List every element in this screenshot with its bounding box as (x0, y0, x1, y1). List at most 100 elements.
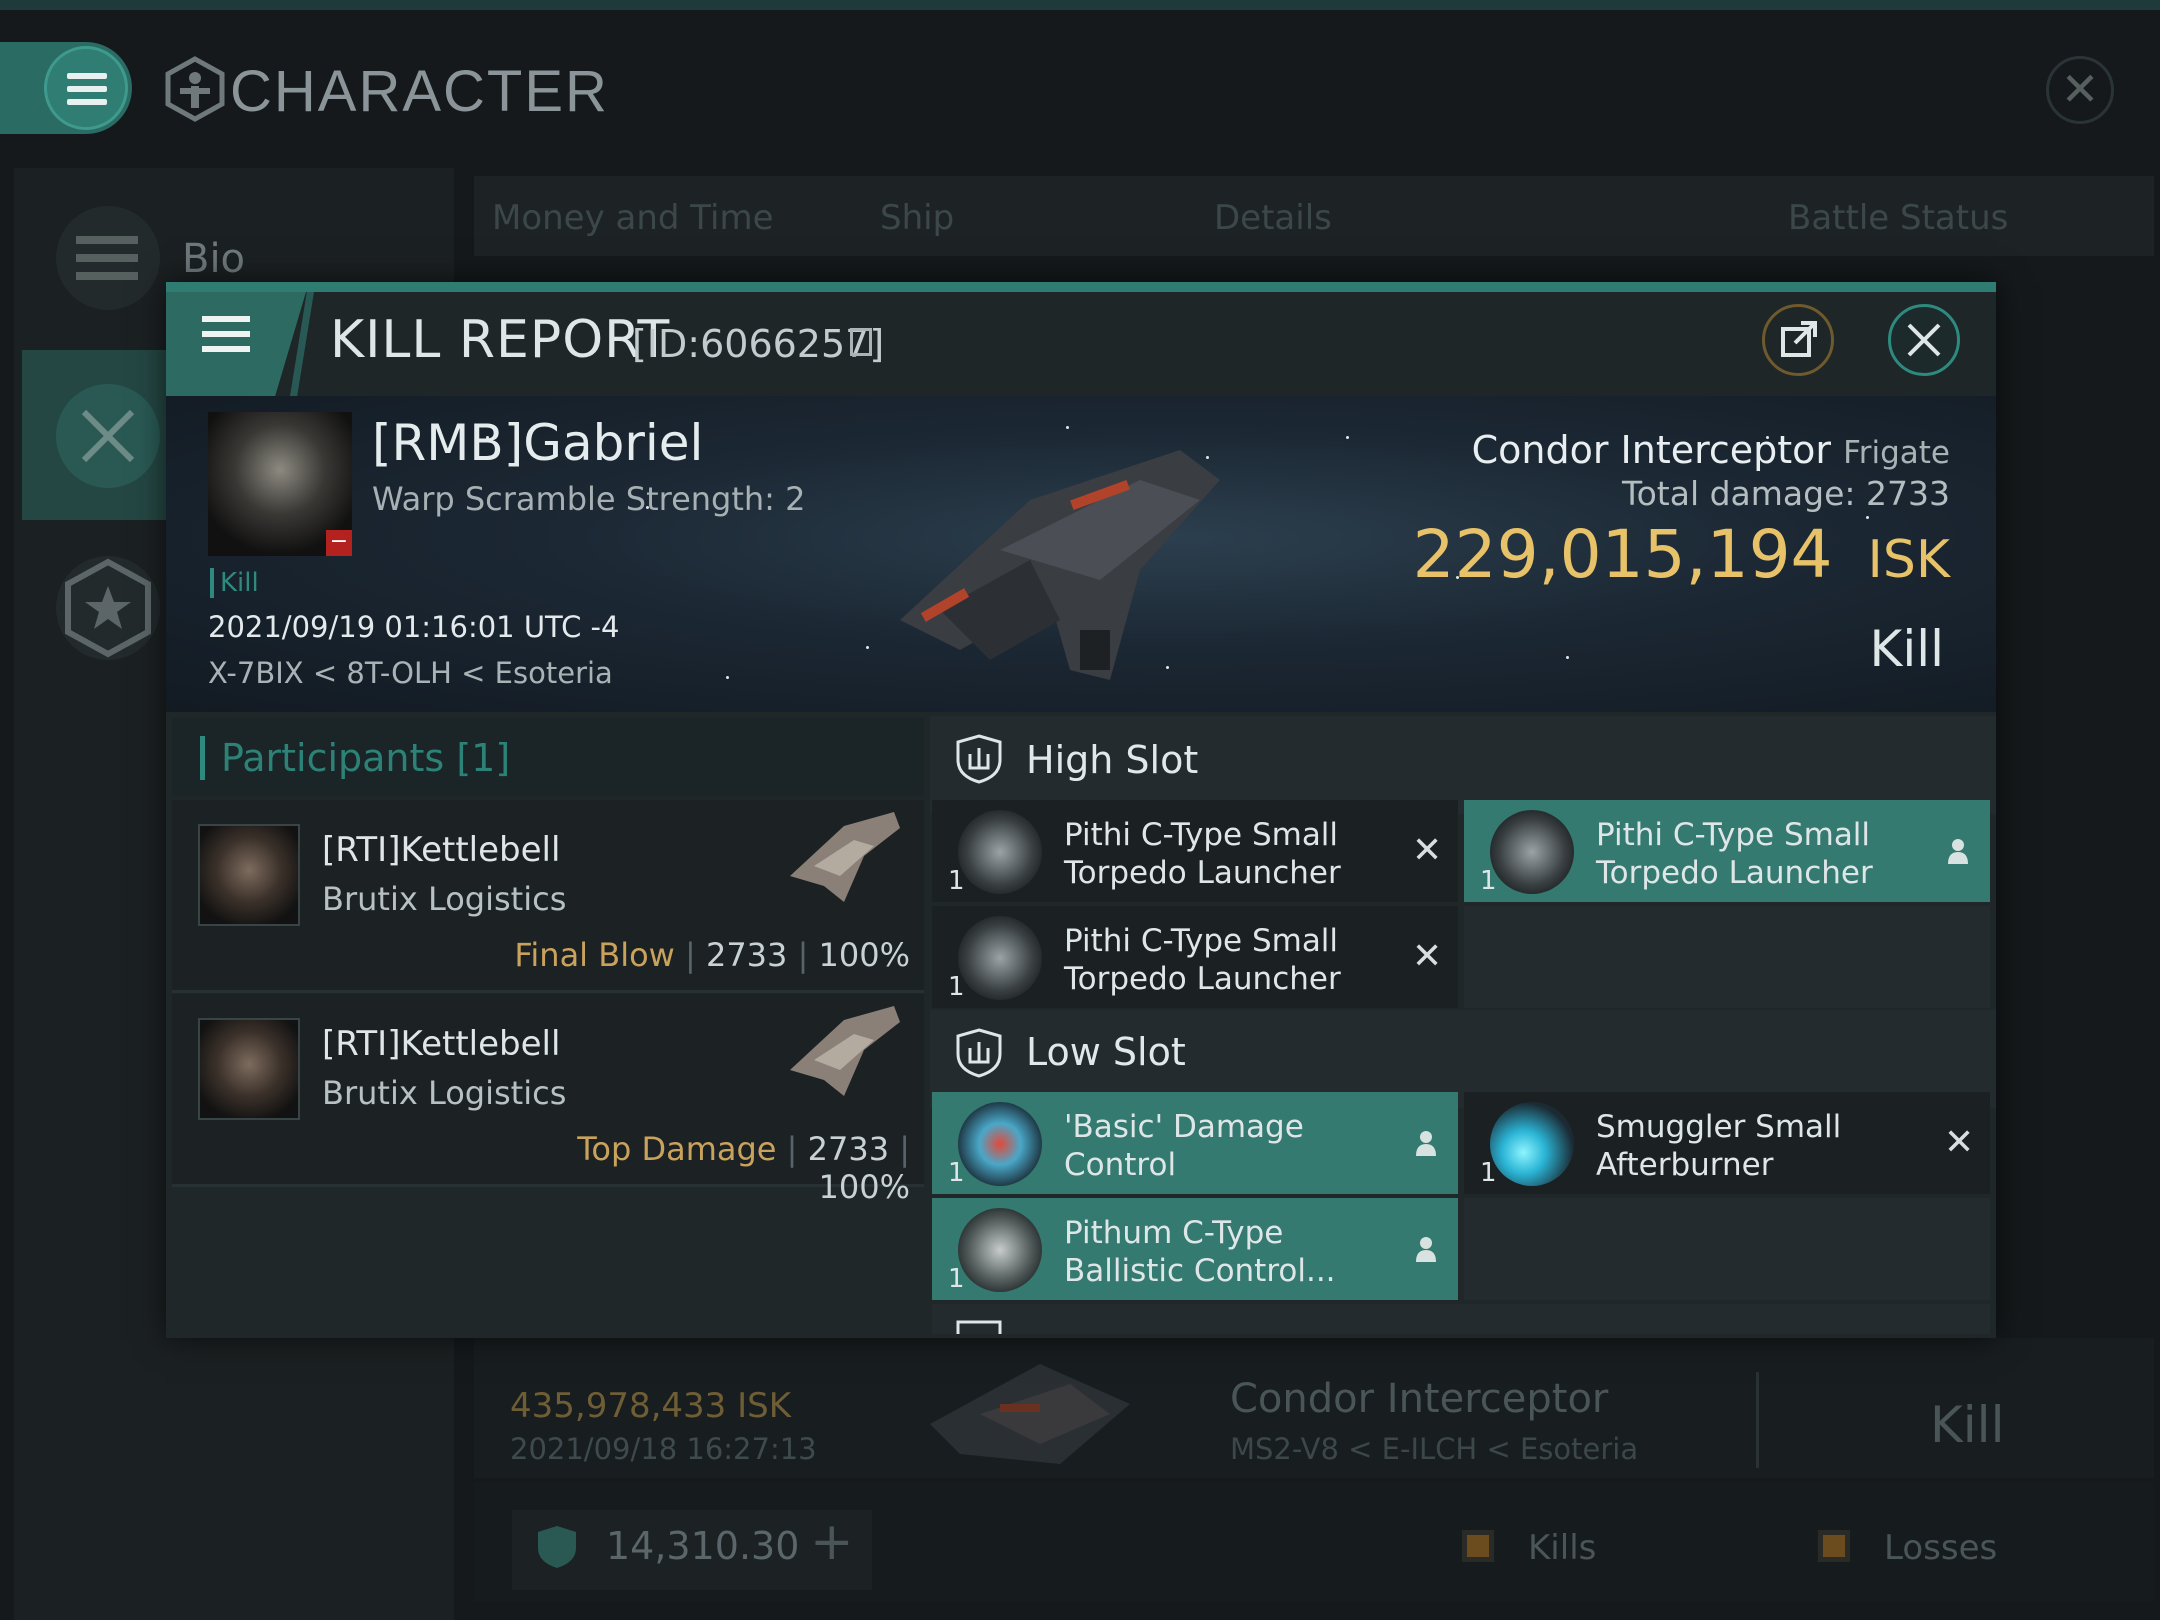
background-isk-value: 435,978,433 ISK (510, 1386, 792, 1426)
main-menu-button[interactable] (44, 46, 128, 130)
participant-corp: Brutix Logistics (322, 880, 567, 918)
victim-name[interactable]: [RMB]Gabriel (372, 414, 703, 472)
module-name-line-1: Pithi C-Type Small (1064, 817, 1339, 853)
module-name-line-1: Pithum C-Type (1064, 1215, 1284, 1251)
kill-result: Kill (1869, 620, 1944, 678)
module-name: Pithum C-Type Ballistic Control... (1064, 1214, 1336, 1290)
total-damage-value: 2733 (1866, 474, 1950, 513)
dropped-person-icon (1416, 1131, 1436, 1156)
module-name-line-2: Control (1064, 1147, 1177, 1183)
participant-damage: 2733 (807, 1130, 890, 1168)
kill-report-title: KILL REPORT (330, 310, 671, 370)
ship-name-line: Condor Interceptor Frigate (1440, 428, 1950, 472)
tab-money-and-time[interactable]: Money and Time (492, 198, 774, 238)
top-accent-bar (0, 0, 2160, 10)
isk-value-line: 229,015,194 ISK (1350, 516, 1950, 593)
torpedo-launcher-icon (1490, 810, 1574, 894)
victim-status-icon: − (326, 530, 352, 556)
module-quantity: 1 (948, 972, 965, 1002)
close-modal-button[interactable] (1888, 304, 1960, 376)
bio-menu-button[interactable] (56, 206, 160, 310)
dropped-person-icon (1416, 1237, 1436, 1262)
ballistic-control-icon (958, 1208, 1042, 1292)
damage-control-icon (958, 1102, 1042, 1186)
close-app-button[interactable]: ✕ (2046, 56, 2114, 124)
list-icon-bar (76, 254, 138, 262)
participants-label: Participants (221, 736, 445, 780)
modal-hamburger-icon-bar (202, 331, 250, 337)
background-date: 2021/09/18 16:27:13 (510, 1432, 817, 1466)
module-name-line-1: Pithi C-Type Small (1596, 817, 1871, 853)
ship-class: Frigate (1843, 435, 1950, 471)
hamburger-icon-bar (67, 86, 107, 92)
high-slot-title: High Slot (1026, 738, 1199, 782)
kill-report-id: [ID:6066257] (632, 322, 885, 366)
kill-location: X-7BIX < 8T-OLH < Esoteria (208, 656, 613, 690)
divider (1756, 1372, 1759, 1468)
participant-role: Top Damage (577, 1130, 777, 1168)
kills-legend-label[interactable]: Kills (1528, 1528, 1596, 1568)
module-name-line-1: Pithi C-Type Small (1064, 923, 1339, 959)
background-ship-image (930, 1364, 1130, 1464)
module-name: Smuggler Small Afterburner (1596, 1108, 1841, 1184)
external-link-icon (1781, 321, 1817, 357)
modal-hamburger-icon (202, 316, 250, 322)
copy-icon[interactable] (850, 328, 872, 356)
modal-hamburger-icon-bar (202, 346, 250, 352)
torpedo-launcher-icon (958, 810, 1042, 894)
next-slot-header-clipped (932, 1304, 1990, 1334)
participants-title: Participants [1] (200, 736, 510, 780)
medals-menu-button[interactable] (56, 556, 160, 660)
character-icon (165, 56, 225, 122)
dropped-person-icon (1948, 839, 1968, 864)
module-name-line-2: Ballistic Control... (1064, 1253, 1336, 1289)
torpedo-launcher-icon (958, 916, 1042, 1000)
participant-stats: Top Damage | 2733 | 100% (577, 1130, 910, 1206)
share-button[interactable] (1762, 304, 1834, 376)
module-quantity: 1 (948, 866, 965, 896)
participant-name[interactable]: [RTI]Kettlebell (322, 1024, 560, 1064)
participant-corp: Brutix Logistics (322, 1074, 567, 1112)
total-damage-line: Total damage: 2733 (1440, 474, 1950, 513)
app-title: CHARACTER (230, 59, 609, 124)
kill-time: 2021/09/19 01:16:01 UTC -4 (208, 610, 620, 644)
tab-battle-status[interactable]: Battle Status (1788, 198, 2008, 238)
module-name-line-1: Smuggler Small (1596, 1109, 1842, 1145)
module-quantity: 1 (948, 1158, 965, 1188)
module-quantity: 1 (1480, 1158, 1497, 1188)
isk-value: 229,015,194 (1412, 516, 1833, 593)
empty-slot-area (1464, 906, 1990, 1008)
module-name: Pithi C-Type Small Torpedo Launcher (1064, 816, 1341, 892)
participant-percent: 100% (818, 1168, 910, 1206)
participant-avatar[interactable] (198, 1018, 300, 1120)
warp-scramble-strength: Warp Scramble Strength: 2 (372, 480, 806, 518)
tab-details[interactable]: Details (1214, 198, 1332, 238)
close-icon: ✕ (2060, 62, 2100, 116)
tab-ship[interactable]: Ship (880, 198, 954, 238)
ship-name: Condor Interceptor (1471, 428, 1832, 472)
crossed-swords-icon (81, 409, 135, 463)
losses-legend-label[interactable]: Losses (1884, 1528, 1997, 1568)
destroyed-icon: ✕ (1944, 1122, 1975, 1163)
destroyed-icon: ✕ (1412, 830, 1443, 871)
kill-tag: Kill (210, 568, 259, 598)
add-funds-button[interactable]: + (810, 1512, 854, 1572)
list-icon (76, 236, 138, 244)
star-badge-icon (65, 558, 151, 658)
empty-slot-area (1464, 1198, 1990, 1300)
module-name-line-2: Afterburner (1596, 1147, 1774, 1183)
background-ship-name: Condor Interceptor (1230, 1376, 1609, 1422)
module-name: 'Basic' Damage Control (1064, 1108, 1304, 1184)
isk-unit: ISK (1867, 530, 1950, 590)
module-name-line-2: Torpedo Launcher (1064, 961, 1341, 997)
combat-menu-button[interactable] (56, 384, 160, 488)
participant-name[interactable]: [RTI]Kettlebell (322, 830, 560, 870)
losses-legend-swatch (1818, 1530, 1850, 1562)
participant-percent: 100% (818, 936, 910, 974)
participant-damage: 2733 (705, 936, 788, 974)
total-damage-label: Total damage: (1622, 474, 1856, 513)
sidebar-item-bio[interactable]: Bio (182, 236, 245, 282)
participant-avatar[interactable] (198, 824, 300, 926)
mid-slot-shield-icon (956, 1320, 1002, 1334)
module-quantity: 1 (1480, 866, 1497, 896)
